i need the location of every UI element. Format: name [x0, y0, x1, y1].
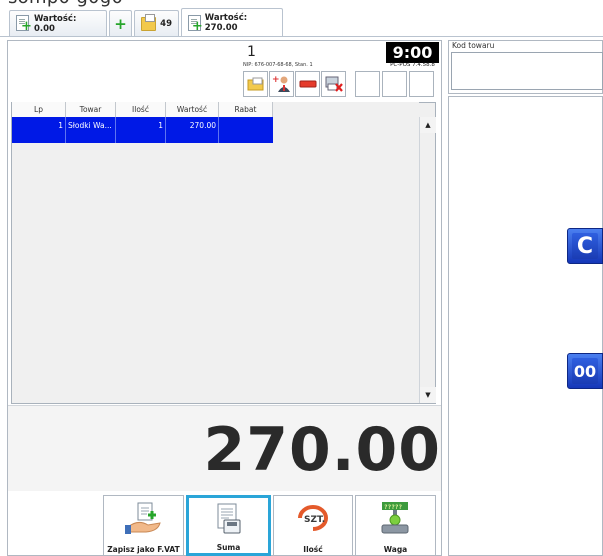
column-header-towar[interactable]: Towar	[66, 102, 116, 117]
customer-icon: +	[272, 75, 290, 92]
new-document-icon: +	[16, 15, 32, 33]
vertical-scrollbar[interactable]: ▲ ▼	[419, 117, 436, 403]
cell-ilosc[interactable]: 1	[116, 117, 166, 143]
cancel-print-button[interactable]	[321, 71, 346, 97]
key-label: C	[576, 233, 594, 259]
cell-towar[interactable]: Słodki Wa...	[66, 117, 116, 143]
folder-icon	[247, 77, 263, 91]
customer-button[interactable]: +	[269, 71, 294, 97]
scale-icon: ?????	[381, 502, 408, 534]
clear-key[interactable]: C	[567, 228, 603, 264]
sum-document-icon	[217, 503, 240, 534]
plus-icon: +	[114, 14, 127, 33]
remove-item-button[interactable]	[295, 71, 320, 97]
tab-add[interactable]: +	[109, 10, 132, 36]
receipt-number: 1	[247, 44, 256, 60]
tab-label: 49	[160, 18, 172, 29]
cell-wartosc[interactable]: 270.00	[166, 117, 219, 143]
column-header-lp[interactable]: Lp	[12, 102, 66, 117]
invoice-hand-icon	[124, 502, 161, 534]
tab-label: Wartość: 0.00	[33, 13, 77, 34]
total-amount: 270.00	[203, 415, 441, 485]
toolbar-empty-button-1[interactable]	[355, 71, 380, 97]
action-label: Ilość	[303, 545, 323, 554]
scroll-up-icon[interactable]: ▲	[420, 117, 436, 133]
key-label: 00	[573, 361, 597, 381]
scroll-down-icon[interactable]: ▼	[420, 387, 436, 403]
tab-label: Wartość: 270.00	[204, 13, 248, 33]
save-as-invoice-button[interactable]: Zapisz jako F.VAT	[103, 495, 184, 556]
toolbar-empty-button-3[interactable]	[409, 71, 434, 97]
quantity-button[interactable]: SZT. Ilość	[273, 495, 353, 556]
clock: 9:00	[386, 42, 439, 63]
column-header-rabat[interactable]: Rabat	[219, 102, 273, 117]
svg-text:SZT.: SZT.	[304, 515, 325, 525]
new-document-icon: +	[188, 14, 203, 33]
cell-rabat[interactable]	[219, 117, 273, 143]
version-label: PC-POS 7.4.58.8	[390, 62, 435, 68]
tab-held[interactable]: 49	[134, 10, 179, 36]
svg-text:?????: ?????	[384, 504, 402, 511]
cancel-print-icon	[325, 76, 343, 92]
nip-line: NIP: 676-007-68-68, Stan. 1	[243, 62, 313, 68]
toolbar-empty-button-2[interactable]	[382, 71, 407, 97]
action-label: Waga	[383, 545, 408, 554]
double-zero-key[interactable]: 00	[567, 353, 603, 389]
column-header-filler	[273, 102, 419, 117]
keypad-panel	[448, 96, 603, 556]
column-header-ilosc[interactable]: Ilość	[116, 102, 166, 117]
receipt-items-grid	[11, 102, 436, 404]
action-label: Suma	[216, 543, 241, 552]
scale-button[interactable]: ????? Waga	[355, 495, 436, 556]
tab-receipt-1[interactable]: + Wartość: 0.00	[9, 10, 107, 36]
quantity-icon: SZT.	[298, 505, 328, 531]
product-code-label: Kod towaru	[452, 41, 495, 50]
top-cropped-text: somp0 g0g0	[8, 0, 123, 8]
folder-icon	[141, 13, 157, 31]
product-code-input[interactable]	[451, 52, 603, 90]
svg-text:+: +	[272, 75, 280, 85]
column-header-wartosc[interactable]: Wartość	[166, 102, 219, 117]
sum-button[interactable]: Suma	[186, 495, 271, 556]
minus-icon	[299, 80, 316, 88]
tab-strip-border	[0, 36, 603, 37]
tab-receipt-active[interactable]: + Wartość: 270.00	[181, 8, 283, 37]
action-label: Zapisz jako F.VAT	[107, 545, 180, 554]
cell-lp[interactable]: 1	[12, 117, 66, 143]
open-document-button[interactable]	[243, 71, 268, 97]
